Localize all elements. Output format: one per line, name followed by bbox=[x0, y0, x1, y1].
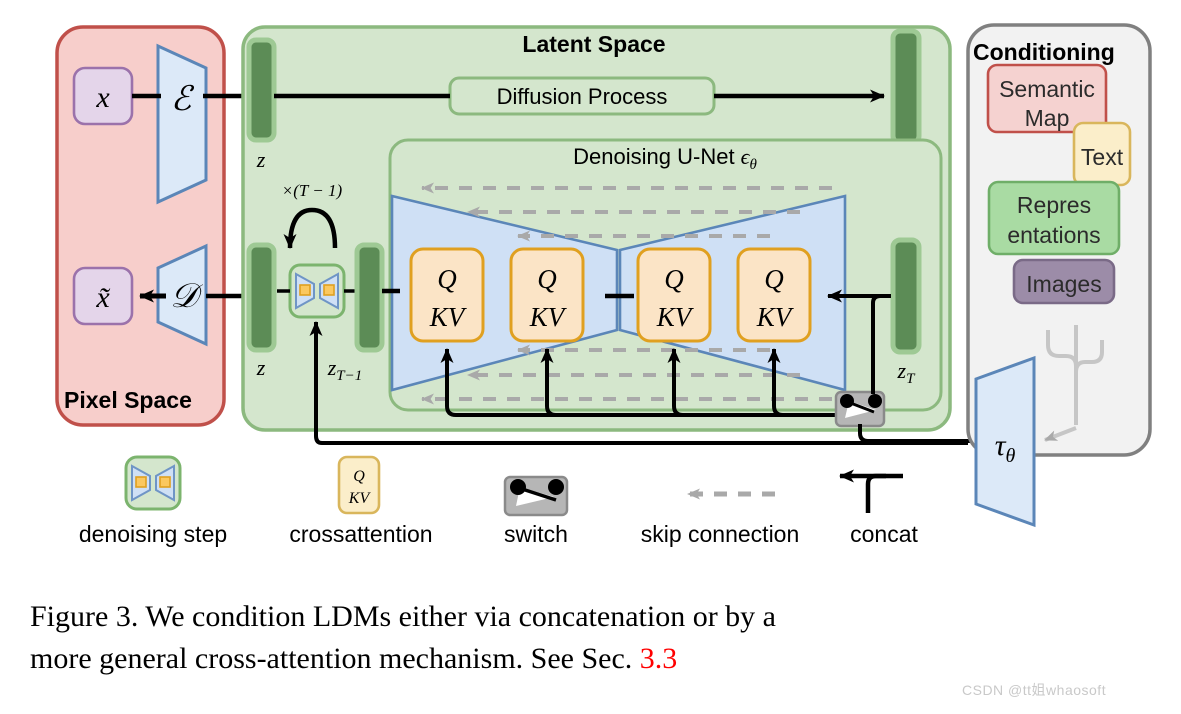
legend-denoising-step-label: denoising step bbox=[79, 521, 227, 547]
latent-space-title: Latent Space bbox=[522, 31, 665, 57]
attention-kv-label: KV bbox=[429, 302, 468, 332]
legend-skip-connection-label: skip connection bbox=[641, 521, 800, 547]
caption-section-ref: 3.3 bbox=[639, 642, 678, 675]
images-label: Images bbox=[1026, 271, 1101, 297]
switch-terminal-left bbox=[840, 394, 854, 408]
ldm-architecture-diagram: Pixel Space x ℰ x̃ 𝒟 Latent Space z Diff… bbox=[55, 23, 1152, 547]
legend-concat-icon bbox=[839, 469, 903, 513]
denoising-step-cell bbox=[288, 263, 346, 319]
legend-concat-label: concat bbox=[850, 521, 918, 547]
legend-switch-label: switch bbox=[504, 521, 568, 547]
representations-line2: entations bbox=[1007, 222, 1100, 248]
representations-line1: Repres bbox=[1017, 192, 1091, 218]
legend-switch-icon bbox=[503, 475, 569, 517]
input-image-label: x bbox=[95, 81, 110, 114]
switch-terminal-right bbox=[868, 394, 882, 408]
latent-bar-z-bottom-label: z bbox=[256, 355, 266, 380]
conditioning-item-representations: Repres entations bbox=[987, 180, 1121, 256]
input-image-box: x bbox=[72, 66, 134, 126]
conditioning-item-images: Images bbox=[1012, 258, 1116, 305]
conditioning-title: Conditioning bbox=[973, 39, 1115, 65]
encoder-trapezoid: ℰ bbox=[156, 43, 208, 205]
output-image-box: x̃ bbox=[72, 266, 134, 326]
attention-q-label: Q bbox=[664, 264, 684, 294]
semantic-map-line2: Map bbox=[1025, 105, 1070, 131]
encoder-label: ℰ bbox=[171, 81, 195, 118]
pixel-space-title: Pixel Space bbox=[64, 387, 192, 413]
conditioning-encoder-trapezoid: τθ bbox=[974, 355, 1036, 528]
figure-3-ldm-architecture: Pixel Space x ℰ x̃ 𝒟 Latent Space z Diff… bbox=[0, 0, 1181, 714]
attention-q-label: Q bbox=[537, 264, 557, 294]
caption-line-2-text: more general cross-attention mechanism. … bbox=[30, 642, 640, 675]
caption-line-1: Figure 3. We condition LDMs either via c… bbox=[30, 600, 777, 633]
legend-crossattention-label: crossattention bbox=[289, 521, 432, 547]
attention-block-1: Q KV bbox=[409, 247, 485, 343]
legend-crossattention-q: Q bbox=[353, 468, 365, 485]
legend: denoising step Q KV crossattention switc… bbox=[79, 455, 918, 547]
attention-kv-label: KV bbox=[656, 302, 695, 332]
figure-caption: Figure 3. We condition LDMs either via c… bbox=[30, 596, 1150, 680]
watermark: CSDN @tt姐whaosoft bbox=[962, 682, 1107, 698]
attention-block-3: Q KV bbox=[636, 247, 712, 343]
conditioning-item-text: Text bbox=[1072, 121, 1132, 187]
text-label: Text bbox=[1081, 144, 1124, 170]
diffusion-process-label: Diffusion Process bbox=[497, 84, 668, 109]
switch-widget[interactable] bbox=[834, 390, 886, 428]
attention-q-label: Q bbox=[764, 264, 784, 294]
attention-block-4: Q KV bbox=[736, 247, 812, 343]
attention-kv-label: KV bbox=[529, 302, 568, 332]
attention-block-2: Q KV bbox=[509, 247, 585, 343]
latent-bar-z-top-label: z bbox=[256, 147, 266, 172]
legend-denoising-step-icon bbox=[124, 455, 182, 511]
denoising-unet-title: Denoising U-Net ϵθ bbox=[573, 144, 757, 173]
legend-crossattention-kv: KV bbox=[348, 490, 372, 507]
semantic-map-line1: Semantic bbox=[999, 76, 1095, 102]
loop-count-label: ×(T − 1) bbox=[282, 181, 343, 200]
diffusion-process-box: Diffusion Process bbox=[448, 76, 716, 116]
output-image-label: x̃ bbox=[95, 281, 110, 314]
attention-q-label: Q bbox=[437, 264, 457, 294]
attention-kv-label: KV bbox=[756, 302, 795, 332]
legend-crossattention-icon: Q KV bbox=[337, 455, 381, 515]
caption-line-2: more general cross-attention mechanism. … bbox=[30, 638, 1150, 680]
